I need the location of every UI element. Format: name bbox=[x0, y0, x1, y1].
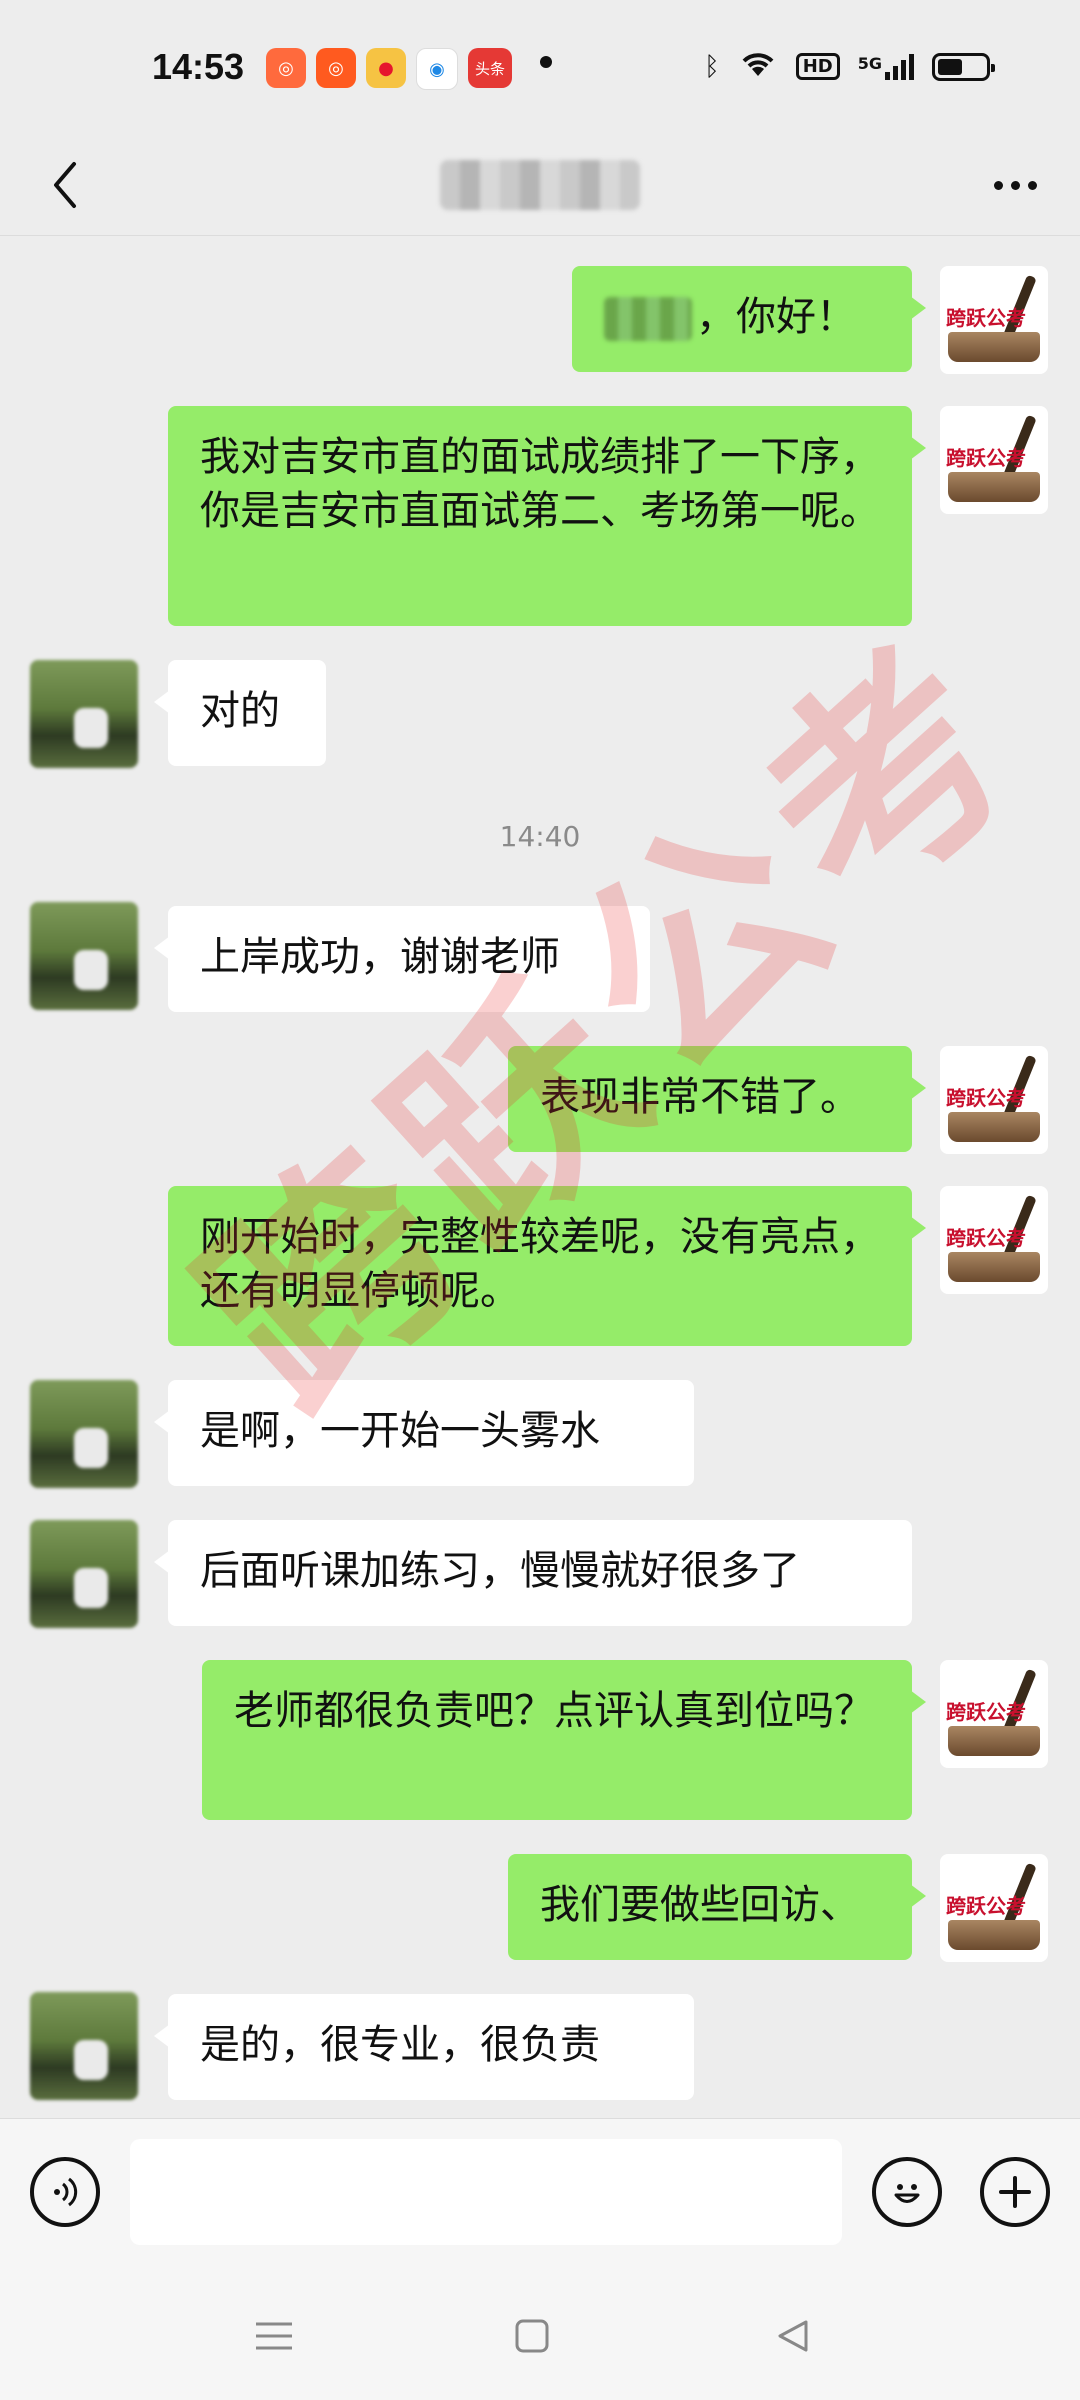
my-avatar[interactable]: 跨跃公考 bbox=[940, 1046, 1048, 1154]
back-button[interactable] bbox=[30, 145, 100, 225]
message-timestamp: 14:40 bbox=[499, 820, 581, 853]
contact-avatar[interactable] bbox=[30, 1520, 138, 1628]
message-bubble-received[interactable]: 上岸成功，谢谢老师 bbox=[154, 906, 650, 1012]
more-dots-icon bbox=[993, 180, 1037, 190]
menu-icon bbox=[256, 2322, 292, 2350]
emoji-icon bbox=[894, 2184, 920, 2203]
chat-area[interactable]: 跨跃公考 ，你好！ 跨跃公考 我对吉安市直的面试成绩排了一下序，你是吉安市直面试… bbox=[0, 236, 1080, 2116]
bluetooth-icon: ᛒ bbox=[704, 51, 720, 82]
home-icon bbox=[515, 2319, 549, 2353]
signal-icon: 5G bbox=[857, 53, 914, 80]
contact-avatar[interactable] bbox=[30, 1992, 138, 2100]
browser-icon: ◉ bbox=[416, 48, 458, 90]
plus-button[interactable] bbox=[980, 2157, 1050, 2227]
hd-badge: HD bbox=[795, 53, 840, 80]
wifi-icon bbox=[738, 48, 778, 85]
back-nav-button[interactable] bbox=[762, 2314, 822, 2358]
message-bubble-sent[interactable]: 我们要做些回访、 bbox=[508, 1854, 926, 1960]
more-button[interactable] bbox=[980, 155, 1050, 215]
kuaishou-icon: ◎ bbox=[266, 48, 306, 88]
contact-avatar[interactable] bbox=[30, 902, 138, 1010]
message-bubble-sent[interactable]: 刚开始时，完整性较差呢，没有亮点，还有明显停顿呢。 bbox=[168, 1186, 926, 1346]
notification-icons: ◎ ◎ ● ◉ 头条 bbox=[266, 48, 512, 90]
chat-header bbox=[0, 135, 1080, 236]
input-bar bbox=[0, 2118, 1080, 2271]
message-bubble-sent[interactable]: ，你好！ bbox=[572, 266, 926, 372]
back-triangle-icon bbox=[778, 2320, 808, 2352]
chat-title-blurred bbox=[440, 160, 640, 210]
weibo-icon: ● bbox=[366, 48, 406, 88]
contact-avatar[interactable] bbox=[30, 1380, 138, 1488]
message-bubble-sent[interactable]: 表现非常不错了。 bbox=[508, 1046, 926, 1152]
menu-nav-button[interactable] bbox=[244, 2314, 304, 2358]
status-time: 14:53 bbox=[152, 46, 245, 87]
voice-icon bbox=[54, 2177, 78, 2207]
system-icons: ᛒ HD 5G bbox=[704, 48, 995, 85]
message-bubble-received[interactable]: 后面听课加练习，慢慢就好很多了 bbox=[154, 1520, 912, 1626]
message-input[interactable] bbox=[130, 2139, 842, 2245]
emoji-button[interactable] bbox=[872, 2157, 942, 2227]
toutiao-icon: 头条 bbox=[468, 48, 512, 88]
blurred-name bbox=[604, 297, 692, 341]
notification-dot-icon bbox=[540, 56, 552, 68]
my-avatar[interactable]: 跨跃公考 bbox=[940, 1854, 1048, 1962]
my-avatar[interactable]: 跨跃公考 bbox=[940, 406, 1048, 514]
kuaishou-icon: ◎ bbox=[316, 48, 356, 88]
system-nav-bar bbox=[0, 2270, 1080, 2400]
message-bubble-sent[interactable]: 我对吉安市直的面试成绩排了一下序，你是吉安市直面试第二、考场第一呢。 bbox=[168, 406, 926, 626]
my-avatar[interactable]: 跨跃公考 bbox=[940, 1660, 1048, 1768]
contact-avatar[interactable] bbox=[30, 660, 138, 768]
message-bubble-received[interactable]: 是的，很专业，很负责 bbox=[154, 1994, 694, 2100]
voice-button[interactable] bbox=[30, 2157, 100, 2227]
message-bubble-received[interactable]: 对的 bbox=[154, 660, 326, 766]
plus-icon bbox=[999, 2176, 1031, 2208]
battery-icon bbox=[932, 52, 995, 81]
home-nav-button[interactable] bbox=[502, 2314, 562, 2358]
network-label: 5G bbox=[857, 53, 882, 73]
message-bubble-received[interactable]: 是啊，一开始一头雾水 bbox=[154, 1380, 694, 1486]
status-bar: 14:53 ◎ ◎ ● ◉ 头条 ᛒ HD 5G bbox=[0, 0, 1080, 135]
message-bubble-sent[interactable]: 老师都很负责吧？点评认真到位吗？ bbox=[202, 1660, 926, 1820]
my-avatar[interactable]: 跨跃公考 bbox=[940, 266, 1048, 374]
my-avatar[interactable]: 跨跃公考 bbox=[940, 1186, 1048, 1294]
chevron-left-icon bbox=[54, 162, 76, 208]
